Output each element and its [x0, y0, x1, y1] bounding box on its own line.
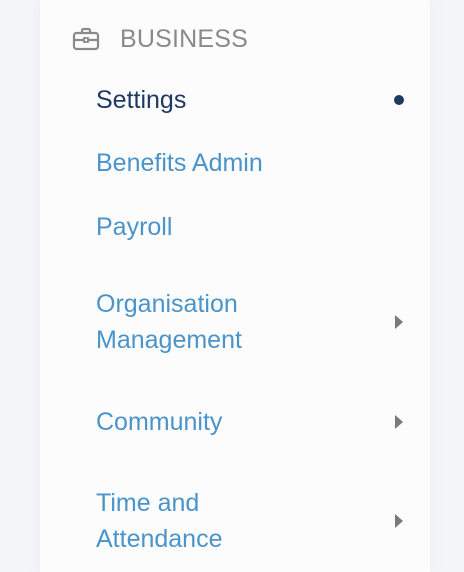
chevron-right-icon	[394, 512, 404, 530]
nav-item-time-and-attendance[interactable]: Time and Attendance	[96, 485, 406, 557]
section-header-business: BUSINESS	[72, 22, 248, 56]
nav-item-label: Organisation Management	[96, 290, 242, 354]
nav-item-benefits-admin[interactable]: Benefits Admin	[96, 145, 406, 181]
nav-item-settings[interactable]: Settings	[96, 82, 406, 118]
sidebar-panel: BUSINESS Settings Benefits Admin Payroll…	[40, 0, 430, 572]
nav-item-organisation-management[interactable]: Organisation Management	[96, 286, 406, 358]
nav-item-label: Payroll	[96, 213, 173, 241]
section-title: BUSINESS	[120, 24, 249, 53]
nav-item-label: Time and Attendance	[96, 489, 223, 553]
chevron-right-icon	[394, 413, 404, 431]
nav-item-label: Settings	[96, 86, 187, 114]
chevron-right-icon	[394, 313, 404, 331]
briefcase-icon	[72, 25, 102, 53]
nav-item-payroll[interactable]: Payroll	[96, 209, 406, 245]
active-indicator-dot	[394, 95, 404, 105]
nav-item-community[interactable]: Community	[96, 404, 406, 440]
nav-item-label: Benefits Admin	[96, 149, 263, 177]
nav-item-label: Community	[96, 408, 223, 436]
